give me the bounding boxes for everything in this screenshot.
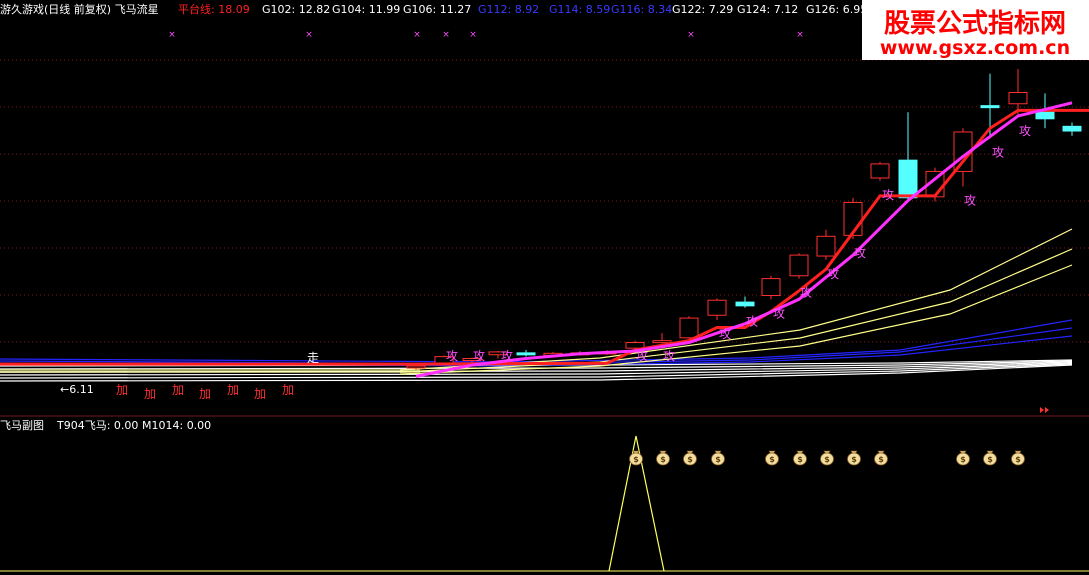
chart-background (0, 0, 1089, 575)
money-bag-symbol: $ (687, 455, 693, 464)
cross-mark: × (305, 30, 313, 40)
g-value-label: G104: 11.99 (332, 3, 400, 16)
candle-body (1008, 91, 1028, 105)
money-bag-symbol: $ (715, 455, 721, 464)
money-bag-symbol: $ (878, 455, 884, 464)
candle-body (761, 278, 781, 297)
g-value-label: G126: 6.95 (806, 3, 867, 16)
candle-body (870, 163, 890, 179)
attack-mark: 攻 (501, 349, 513, 363)
money-bag-symbol: $ (633, 455, 639, 464)
attack-mark: 攻 (636, 349, 648, 363)
g-value-label: G116: 8.34 (611, 3, 672, 16)
yellow-ma-bar (0, 369, 420, 373)
indicator-title: 游久游戏(日线 前复权) 飞马流星 (0, 2, 159, 16)
cross-mark: × (442, 30, 450, 40)
attack-mark: 攻 (446, 349, 458, 363)
money-bag-symbol: $ (797, 455, 803, 464)
candle-body (707, 299, 727, 316)
money-bag-symbol: $ (960, 455, 966, 464)
watermark-title: 股票公式指标网 (884, 9, 1066, 39)
g-value-label: G124: 7.12 (737, 3, 798, 16)
attack-mark: 攻 (882, 188, 894, 202)
add-mark: 加 (227, 383, 239, 397)
attack-mark: 攻 (773, 306, 785, 320)
candle-body (980, 105, 1000, 109)
m1014-value: M1014: 0.00 (142, 419, 211, 432)
add-mark: 加 (282, 383, 294, 397)
attack-mark: 攻 (746, 315, 758, 329)
money-bag-symbol: $ (851, 455, 857, 464)
add-mark: 加 (172, 383, 184, 397)
add-mark: 加 (199, 387, 211, 401)
g-value-label: G114: 8.59 (549, 3, 610, 16)
money-bag-symbol: $ (987, 455, 993, 464)
low-price-value: 6.11 (69, 383, 94, 396)
attack-mark: 攻 (663, 349, 675, 363)
watermark-url: www.gsxz.com.cn (880, 37, 1070, 59)
watermark: 股票公式指标网 www.gsxz.com.cn (862, 0, 1089, 60)
attack-mark: 攻 (854, 246, 866, 260)
money-bag-symbol: $ (824, 455, 830, 464)
candle-body (816, 235, 836, 257)
t904-value: T904飞马: 0.00 (56, 419, 138, 432)
money-bag-symbol: $ (660, 455, 666, 464)
g-value-label: G112: 8.92 (478, 3, 539, 16)
attack-mark: 攻 (1019, 124, 1031, 138)
attack-mark: 攻 (473, 349, 485, 363)
attack-mark: 攻 (719, 327, 731, 341)
g-value-label: G122: 7.29 (672, 3, 733, 16)
cross-mark: × (796, 30, 804, 40)
attack-mark: 攻 (964, 193, 976, 207)
candle-body (516, 352, 536, 356)
candle-body (679, 317, 699, 339)
candle-body (735, 301, 755, 307)
attack-mark: 攻 (992, 146, 1004, 160)
add-mark: 加 (254, 387, 266, 401)
sub-panel-name: 飞马副图 (0, 419, 44, 432)
candle-body (1062, 125, 1082, 132)
cross-mark: × (168, 30, 176, 40)
candle-body (652, 340, 672, 344)
g-value-list: G102: 12.82 G104: 11.99 G106: 11.27 G112: 8… (262, 3, 867, 16)
go-mark: 走 (307, 351, 319, 365)
platform-line-value: 平台线: 18.09 (178, 2, 250, 16)
g-value-label: G106: 11.27 (403, 3, 471, 16)
money-bag-symbol: $ (769, 455, 775, 464)
cross-mark: × (687, 30, 695, 40)
chart-canvas: 攻攻攻攻攻攻攻攻攻攻攻攻 攻攻攻加加加加加加加走× × × × × × × $ $ $ $ $ $ $ $ $… (0, 0, 1089, 575)
candle-body (898, 159, 918, 199)
candle-body (789, 254, 809, 277)
cross-mark: × (469, 30, 477, 40)
candle-body (625, 342, 645, 349)
money-bag-symbol: $ (1015, 455, 1021, 464)
attack-mark: 攻 (800, 286, 812, 300)
add-mark: 加 (116, 383, 128, 397)
low-price-label: ←6.11 (60, 383, 94, 396)
cross-mark: × (413, 30, 421, 40)
attack-mark: 攻 (827, 267, 839, 281)
add-mark: 加 (144, 387, 156, 401)
candle-body (406, 365, 426, 369)
g-value-label: G102: 12.82 (262, 3, 330, 16)
